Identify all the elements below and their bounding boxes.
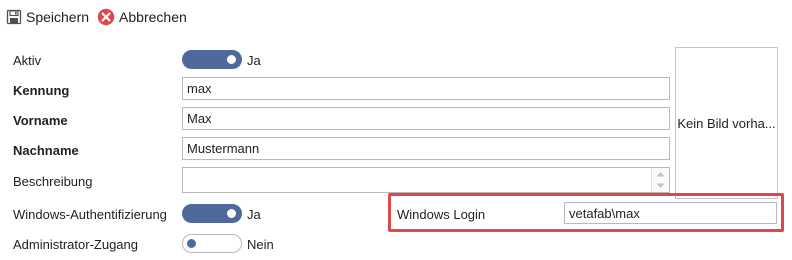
aktiv-toggle[interactable] — [182, 50, 242, 69]
windows-login-label: Windows Login — [397, 207, 486, 222]
save-button[interactable]: Speichern — [6, 6, 89, 28]
beschreibung-scrollbar[interactable] — [651, 168, 669, 192]
windows-auth-label: Windows-Authentifizierung — [13, 207, 167, 222]
kennung-input[interactable] — [182, 77, 670, 100]
beschreibung-label: Beschreibung — [13, 174, 93, 189]
toggle-knob — [187, 239, 196, 248]
scroll-up-arrow-icon[interactable] — [652, 168, 669, 180]
profile-image-box[interactable]: Kein Bild vorha... — [675, 47, 778, 199]
toolbar: Speichern Abbrechen — [6, 6, 195, 28]
admin-access-label: Administrator-Zugang — [13, 237, 138, 252]
nachname-input[interactable] — [182, 137, 670, 160]
kennung-label: Kennung — [13, 83, 70, 98]
vorname-label: Vorname — [13, 113, 68, 128]
beschreibung-textarea[interactable] — [183, 168, 649, 192]
windows-auth-toggle[interactable] — [182, 204, 242, 223]
aktiv-state-text: Ja — [247, 53, 261, 68]
cancel-label: Abbrechen — [119, 9, 187, 25]
windows-auth-state-text: Ja — [247, 207, 261, 222]
save-label: Speichern — [26, 9, 90, 25]
admin-access-toggle[interactable] — [182, 234, 242, 253]
floppy-disk-icon — [6, 9, 22, 25]
scroll-down-arrow-icon[interactable] — [652, 180, 669, 192]
vorname-input[interactable] — [182, 107, 670, 130]
cancel-button[interactable]: Abbrechen — [97, 6, 187, 28]
no-image-text: Kein Bild vorha... — [677, 115, 776, 131]
cancel-x-icon — [97, 8, 115, 26]
admin-access-state-text: Nein — [247, 237, 274, 252]
toggle-knob — [227, 55, 236, 64]
windows-login-input[interactable] — [564, 202, 777, 224]
nachname-label: Nachname — [13, 143, 79, 158]
user-edit-form: Speichern Abbrechen Aktiv Ja Kennung Vor… — [0, 0, 792, 260]
toggle-knob — [227, 209, 236, 218]
aktiv-label: Aktiv — [13, 53, 42, 68]
beschreibung-field — [182, 167, 670, 193]
